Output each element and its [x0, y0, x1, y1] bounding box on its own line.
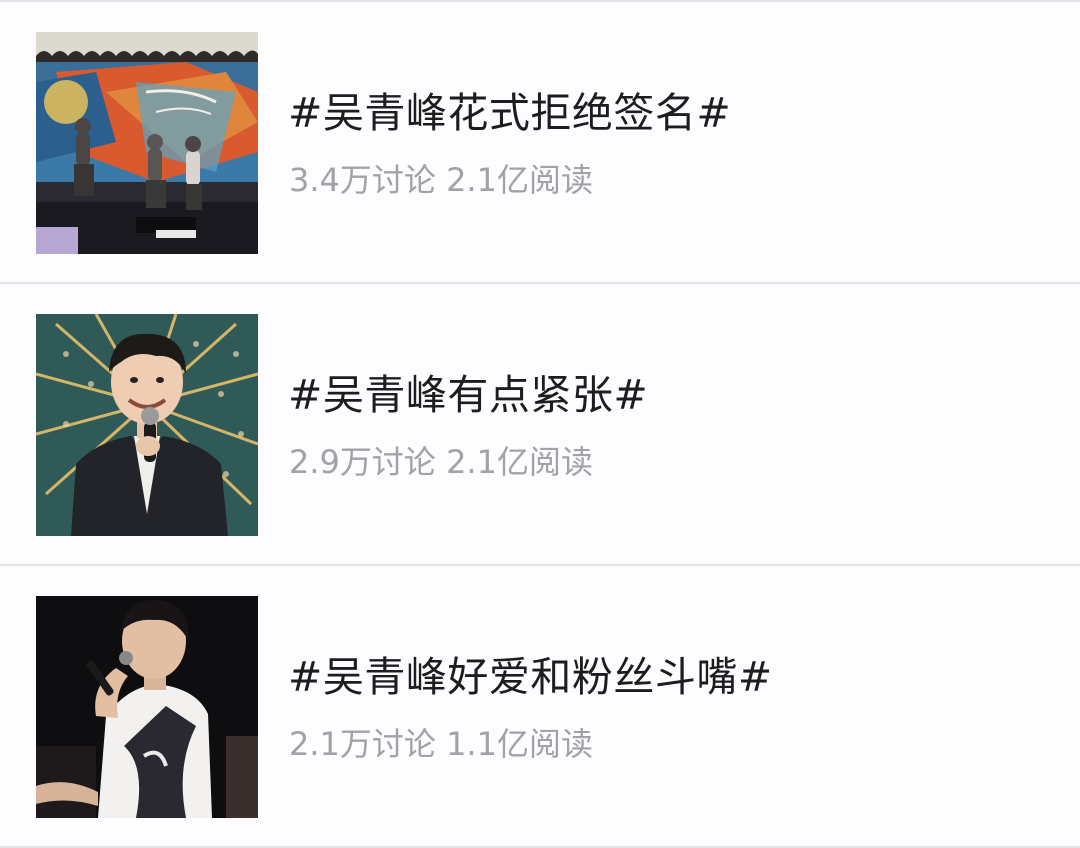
topic-item-1[interactable]: #吴青峰花式拒绝签名# 3.4万讨论 2.1亿阅读: [0, 2, 1080, 282]
topic-stats: 2.9万讨论 2.1亿阅读: [289, 443, 593, 481]
topic-title[interactable]: #吴青峰有点紧张#: [288, 368, 648, 422]
topic-item-3[interactable]: #吴青峰好爱和粉丝斗嘴# 2.1万讨论 1.1亿阅读: [0, 566, 1080, 846]
concert-stage-photo-icon: [36, 32, 258, 254]
topic-stats: 3.4万讨论 2.1亿阅读: [289, 161, 593, 199]
topic-thumbnail-1[interactable]: [36, 32, 258, 254]
topic-item-2[interactable]: #吴青峰有点紧张# 2.9万讨论 2.1亿阅读: [0, 284, 1080, 564]
topic-list: #吴青峰花式拒绝签名# 3.4万讨论 2.1亿阅读 #吴青峰有点紧张# 2.9万…: [0, 0, 1080, 848]
topic-title[interactable]: #吴青峰花式拒绝签名#: [288, 86, 731, 140]
topic-thumbnail-3[interactable]: [36, 596, 258, 818]
singer-performing-photo-icon: [36, 596, 258, 818]
topic-title[interactable]: #吴青峰好爱和粉丝斗嘴#: [288, 650, 773, 704]
topic-stats: 2.1万讨论 1.1亿阅读: [289, 725, 593, 763]
singer-portrait-photo-icon: [36, 314, 258, 536]
topic-thumbnail-2[interactable]: [36, 314, 258, 536]
